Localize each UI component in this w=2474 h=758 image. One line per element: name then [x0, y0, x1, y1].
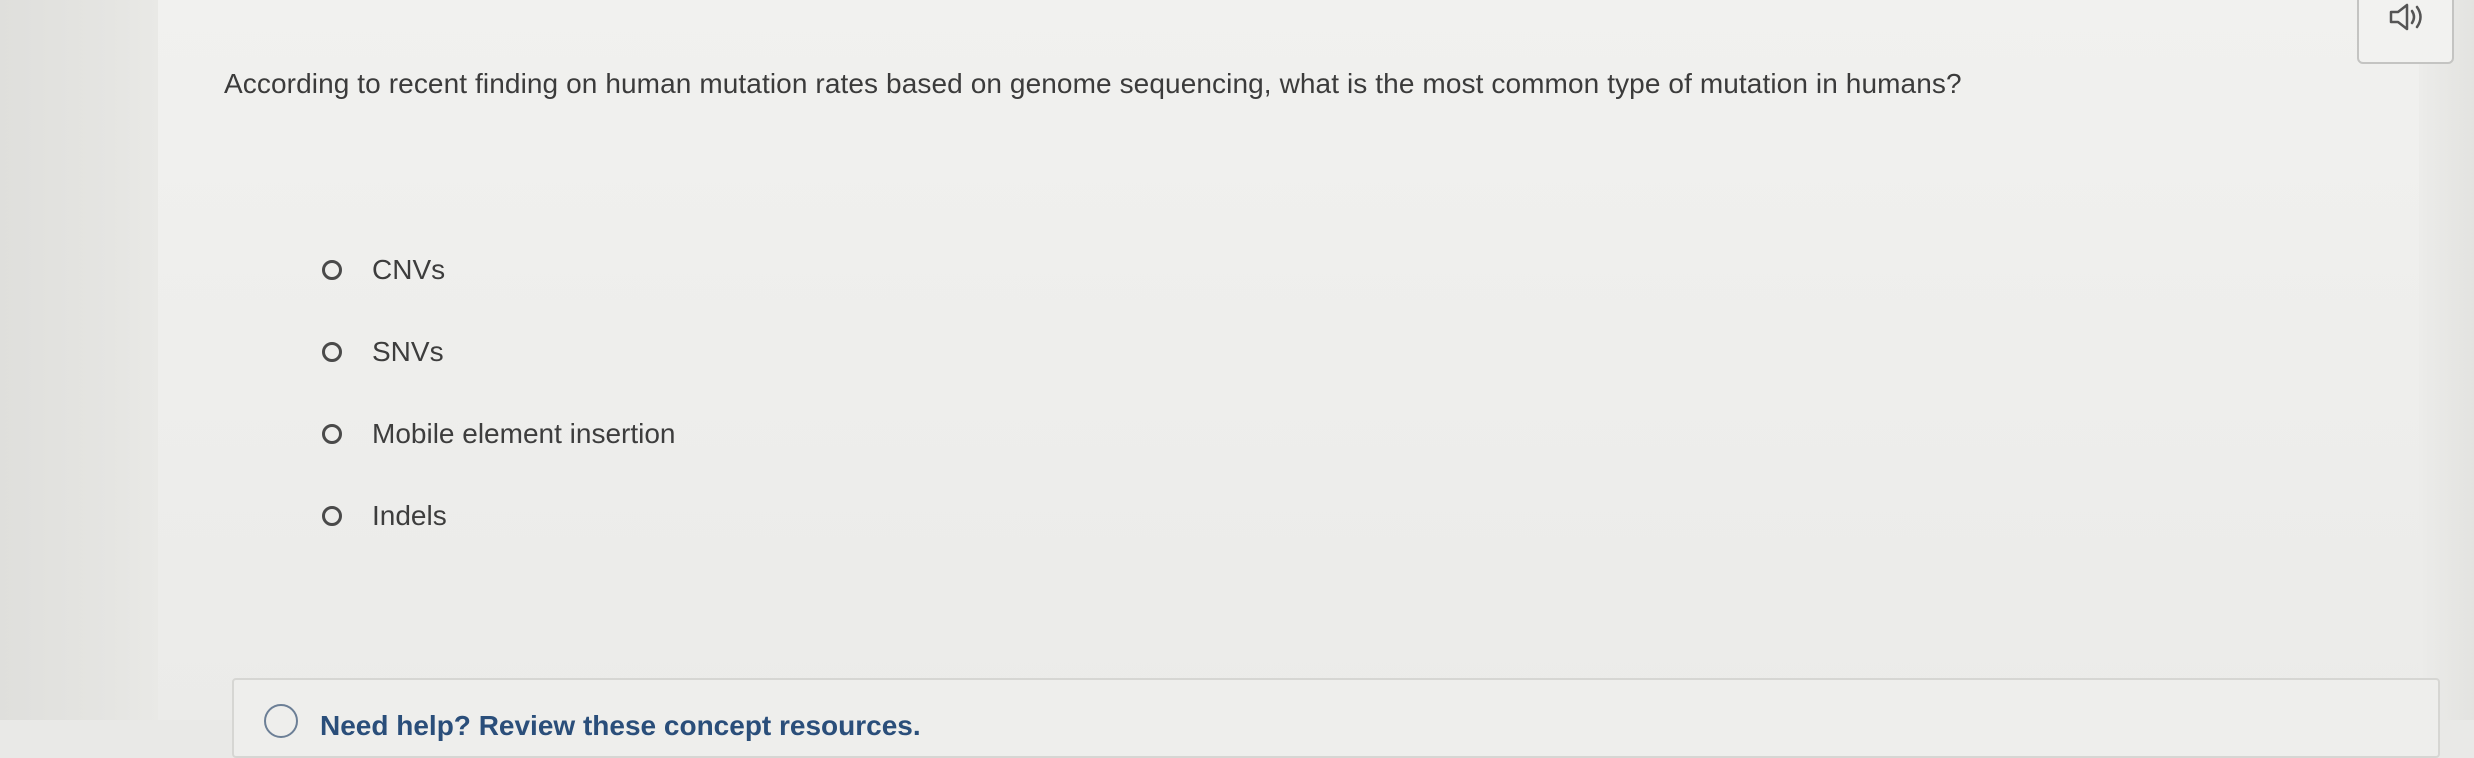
radio-button[interactable]	[322, 424, 342, 444]
answer-options: CNVs SNVs Mobile element insertion Indel…	[322, 250, 676, 578]
radio-button[interactable]	[322, 506, 342, 526]
option-label: SNVs	[372, 336, 444, 367]
help-resources-box[interactable]: Need help? Review these concept resource…	[232, 678, 2440, 758]
option-cnvs[interactable]: CNVs	[322, 250, 676, 290]
option-mobile-element-insertion[interactable]: Mobile element insertion	[322, 414, 676, 454]
speaker-icon	[2389, 3, 2422, 31]
question-text: According to recent finding on human mut…	[224, 68, 1962, 99]
help-circle-icon	[264, 704, 298, 738]
right-margin	[2419, 0, 2474, 720]
option-label: Indels	[372, 500, 447, 531]
radio-button[interactable]	[322, 260, 342, 280]
left-margin	[0, 0, 158, 720]
option-indels[interactable]: Indels	[322, 496, 676, 536]
help-link[interactable]: Need help? Review these concept resource…	[320, 710, 921, 742]
read-aloud-button[interactable]	[2357, 0, 2454, 64]
radio-button[interactable]	[322, 342, 342, 362]
option-label: Mobile element insertion	[372, 418, 676, 449]
option-snvs[interactable]: SNVs	[322, 332, 676, 372]
option-label: CNVs	[372, 254, 446, 285]
